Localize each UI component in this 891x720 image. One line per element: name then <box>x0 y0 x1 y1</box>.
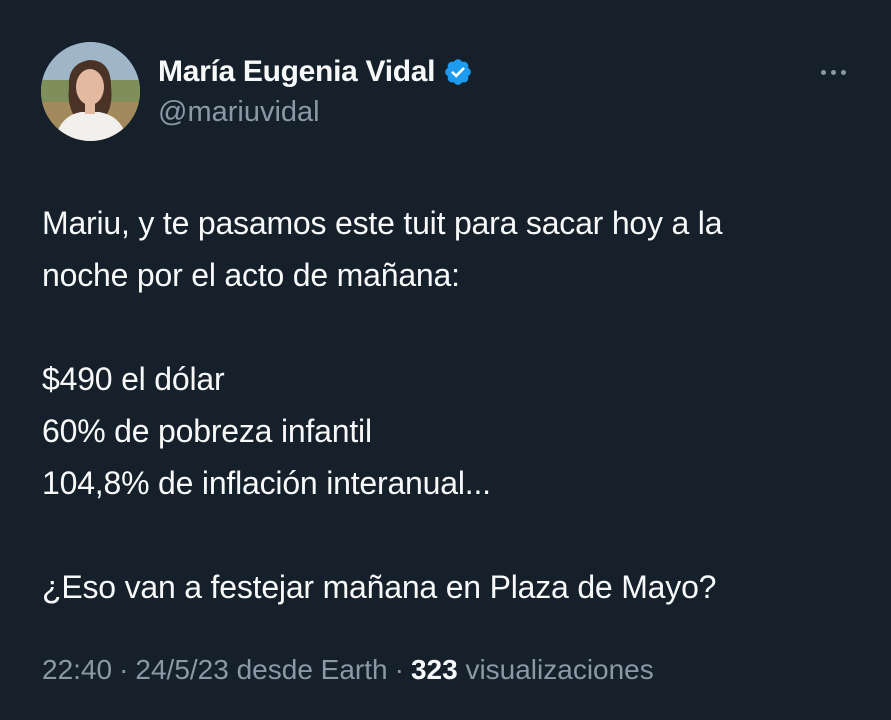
tweet-line: $490 el dólar <box>42 361 225 397</box>
more-dot <box>840 69 846 75</box>
tweet-line: ¿Eso van a festejar mañana en Plaza de M… <box>42 569 717 605</box>
author-name[interactable]: María Eugenia Vidal <box>158 55 435 89</box>
tweet-line: 60% de pobreza infantil <box>42 413 372 449</box>
meta-separator: · <box>119 654 129 685</box>
verified-badge-icon[interactable] <box>443 57 473 87</box>
views-count[interactable]: 323 <box>411 654 458 685</box>
author-handle[interactable]: @mariuvidal <box>158 96 473 129</box>
more-dot <box>820 69 826 75</box>
tweet-text: Mariu, y te pasamos este tuit para sacar… <box>42 197 872 613</box>
more-options-icon[interactable] <box>810 60 856 84</box>
views-label[interactable]: visualizaciones <box>465 654 653 685</box>
name-row: María Eugenia Vidal <box>158 52 473 92</box>
tweet-card: María Eugenia Vidal @mariuvidal Mariu, y… <box>0 0 891 720</box>
author-block: María Eugenia Vidal @mariuvidal <box>158 52 473 129</box>
avatar-photo <box>41 42 140 141</box>
tweet-line: Mariu, y te pasamos este tuit para sacar… <box>42 205 723 241</box>
tweet-time[interactable]: 22:40 <box>42 654 112 685</box>
tweet-line: 104,8% de inflación interanual... <box>42 465 491 501</box>
tweet-line: noche por el acto de mañana: <box>42 257 460 293</box>
tweet-source: desde Earth <box>236 654 388 685</box>
tweet-meta: 22:40 · 24/5/23 desde Earth · 323 visualizac… <box>42 654 654 686</box>
avatar[interactable] <box>41 42 140 141</box>
meta-separator: · <box>394 654 404 685</box>
more-dot <box>830 69 836 75</box>
tweet-date[interactable]: 24/5/23 <box>135 654 228 685</box>
